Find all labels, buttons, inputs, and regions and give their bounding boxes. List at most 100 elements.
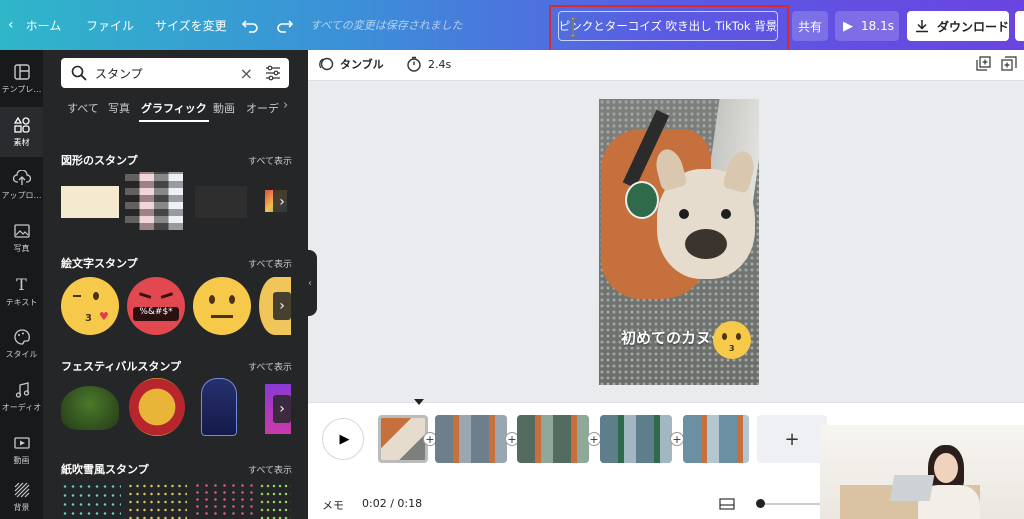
rail-label: 写真 bbox=[13, 243, 30, 253]
presenter-face bbox=[934, 453, 958, 483]
confetti-sticker-4[interactable] bbox=[259, 482, 291, 519]
tab-graphics[interactable]: グラフィック bbox=[141, 100, 207, 116]
rail-item-video[interactable]: 動画 bbox=[0, 425, 43, 475]
dog-eye-left bbox=[679, 209, 689, 219]
timeline-clip-1[interactable] bbox=[378, 415, 428, 463]
share-button[interactable]: 共有 bbox=[792, 11, 828, 41]
tab-videos[interactable]: 動画 bbox=[213, 100, 235, 116]
timer-button[interactable]: 2.4s bbox=[406, 56, 451, 72]
section-title-festival: フェスティバルスタンプ bbox=[61, 360, 182, 373]
chevron-left-icon: ‹ bbox=[8, 17, 14, 33]
timeline-play-button[interactable]: ▶ bbox=[322, 418, 364, 460]
rail-item-uploads[interactable]: アップロ… bbox=[0, 160, 43, 210]
template-button[interactable]: タンブル bbox=[318, 56, 384, 72]
playhead-marker[interactable] bbox=[414, 399, 424, 405]
angry-emoji-sticker[interactable]: %&#$* bbox=[127, 277, 185, 335]
timeline-clip-3[interactable] bbox=[517, 415, 589, 463]
chevron-right-icon[interactable]: › bbox=[273, 188, 291, 216]
festival-hat-sticker[interactable] bbox=[61, 386, 119, 430]
tabs-next-icon[interactable]: › bbox=[283, 98, 288, 113]
see-all-emoji[interactable]: すべて表示 bbox=[248, 257, 292, 270]
undo-button[interactable] bbox=[241, 0, 259, 50]
timeline-clip-5[interactable] bbox=[683, 415, 749, 463]
rail-item-audio[interactable]: オーディオ bbox=[0, 372, 43, 422]
file-menu[interactable]: ファイル bbox=[86, 0, 134, 50]
festival-lantern-sticker[interactable] bbox=[201, 378, 237, 436]
dog-muzzle bbox=[685, 229, 727, 259]
redo-icon bbox=[277, 20, 294, 33]
confetti-sticker-2[interactable] bbox=[127, 482, 187, 519]
rail-item-background[interactable]: 背景 bbox=[0, 475, 43, 519]
emoji-censored-text: %&#$* bbox=[133, 307, 179, 321]
memo-button[interactable]: メモ bbox=[322, 497, 344, 513]
clear-icon[interactable]: × bbox=[240, 64, 253, 83]
timeline-clip-4[interactable] bbox=[600, 415, 672, 463]
zoom-slider[interactable] bbox=[756, 499, 820, 508]
rail-label: スタイル bbox=[5, 349, 38, 359]
canvas-video-frame[interactable]: 初めてのカヌー 3 bbox=[599, 99, 759, 385]
home-button[interactable]: ‹ ホーム bbox=[8, 0, 61, 50]
palette-icon bbox=[13, 328, 30, 345]
rail-item-text[interactable]: T テキスト bbox=[0, 266, 43, 316]
download-label: ダウンロード bbox=[937, 19, 1010, 34]
download-button[interactable]: ダウンロード bbox=[907, 11, 1009, 41]
timer-label: 2.4s bbox=[428, 57, 452, 71]
left-icon-rail: テンプレ… 素材 アップロ… 写真 T テキスト スタイル オーディオ 動画 背… bbox=[0, 50, 43, 519]
see-all-shapes[interactable]: すべて表示 bbox=[248, 154, 292, 167]
kiss-emoji-sticker[interactable]: 3 ♥ bbox=[61, 277, 119, 335]
music-icon bbox=[15, 381, 29, 398]
zoom-slider-handle[interactable] bbox=[756, 499, 765, 508]
tab-audio[interactable]: オーデ bbox=[246, 100, 279, 116]
see-all-confetti[interactable]: すべて表示 bbox=[248, 463, 292, 476]
kiss-emoji-canvas-sticker[interactable]: 3 bbox=[713, 321, 751, 359]
rail-item-templates[interactable]: テンプレ… bbox=[0, 54, 43, 104]
background-icon bbox=[14, 482, 29, 497]
confetti-sticker-3[interactable] bbox=[193, 482, 253, 519]
webcam-overlay bbox=[820, 425, 1024, 519]
more-button[interactable] bbox=[1015, 11, 1024, 41]
resize-button[interactable]: サイズを変更 bbox=[155, 0, 227, 50]
shape-sticker-cream[interactable] bbox=[61, 186, 119, 218]
download-icon bbox=[916, 20, 928, 33]
section-title-emoji: 絵文字スタンプ bbox=[61, 257, 138, 270]
search-icon bbox=[71, 65, 87, 81]
festival-feliz-sticker[interactable] bbox=[129, 378, 185, 436]
filter-icon[interactable] bbox=[265, 65, 281, 81]
video-icon bbox=[13, 436, 30, 449]
chevron-right-icon[interactable]: › bbox=[273, 395, 291, 423]
mosaic-overlay bbox=[125, 172, 183, 230]
rail-label: 素材 bbox=[13, 137, 30, 147]
collapse-panel-handle[interactable]: ‹ bbox=[303, 250, 317, 316]
tab-all[interactable]: すべて bbox=[67, 100, 99, 116]
play-preview-button[interactable]: ▶ 18.1s bbox=[835, 11, 899, 41]
shape-sticker-dark[interactable] bbox=[195, 186, 247, 218]
tab-photos[interactable]: 写真 bbox=[108, 100, 130, 116]
highlight-annotation bbox=[549, 5, 789, 54]
layout-toggle-icon[interactable] bbox=[719, 498, 735, 510]
confetti-sticker-1[interactable] bbox=[61, 482, 121, 519]
add-transition-button[interactable]: + bbox=[670, 432, 684, 446]
search-field[interactable]: スタンプ × bbox=[61, 58, 289, 88]
duplicate-page-icon[interactable] bbox=[1001, 56, 1017, 72]
rail-item-elements[interactable]: 素材 bbox=[0, 107, 43, 157]
rail-item-photos[interactable]: 写真 bbox=[0, 213, 43, 263]
canvas-caption[interactable]: 初めてのカヌー bbox=[621, 327, 726, 348]
template-label: タンブル bbox=[340, 58, 384, 71]
chevron-right-icon[interactable]: › bbox=[273, 292, 291, 320]
timer-icon bbox=[407, 56, 421, 72]
see-all-festival[interactable]: すべて表示 bbox=[248, 360, 292, 373]
rail-item-styles[interactable]: スタイル bbox=[0, 319, 43, 369]
photo-icon bbox=[13, 223, 30, 238]
section-title-shapes: 図形のスタンプ bbox=[61, 154, 138, 167]
festival-row: › bbox=[61, 378, 291, 440]
laptop bbox=[889, 475, 935, 501]
timeline-clip-2[interactable] bbox=[435, 415, 507, 463]
neutral-emoji-sticker[interactable] bbox=[193, 277, 251, 335]
add-clip-button[interactable]: + bbox=[757, 415, 827, 463]
search-input[interactable]: スタンプ bbox=[95, 65, 240, 82]
add-transition-button[interactable]: + bbox=[587, 432, 601, 446]
add-page-icon[interactable] bbox=[975, 56, 991, 72]
elements-panel: スタンプ × すべて 写真 グラフィック 動画 オーデ › 図形のスタンプ すべ… bbox=[43, 50, 308, 519]
elements-icon bbox=[13, 116, 30, 133]
redo-button[interactable] bbox=[276, 0, 294, 50]
